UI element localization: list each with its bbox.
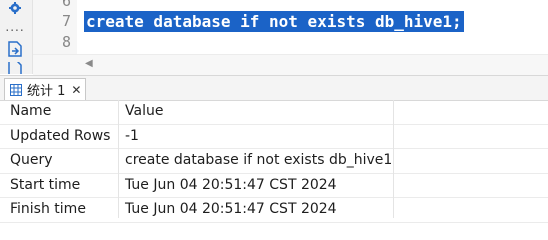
selected-code-line[interactable]: create database if not exists db_hive1; — [84, 11, 464, 32]
row-name: Start time — [10, 176, 81, 193]
horizontal-scrollbar[interactable]: ◀ — [33, 54, 548, 75]
row-value: Tue Jun 04 20:51:47 CST 2024 — [125, 176, 337, 193]
more-icon[interactable]: .... — [5, 18, 24, 36]
header-value: Value — [125, 103, 164, 119]
line-number: 7 — [61, 12, 71, 30]
grid-icon — [10, 83, 22, 96]
tab-statistics[interactable]: 统计 1 ✕ — [4, 78, 86, 100]
result-tab-bar: 统计 1 ✕ — [0, 75, 548, 101]
line-number: 8 — [61, 33, 71, 51]
row-value: -1 — [125, 127, 139, 144]
tab-label: 统计 1 — [27, 84, 66, 99]
table-row[interactable]: Start time Tue Jun 04 20:51:47 CST 2024 — [0, 174, 548, 198]
scroll-left-arrow-icon[interactable]: ◀ — [85, 58, 93, 69]
export-icon[interactable] — [6, 40, 24, 58]
row-value: Tue Jun 04 20:51:47 CST 2024 — [125, 201, 337, 217]
column-divider — [393, 100, 394, 218]
header-name: Name — [10, 103, 52, 119]
stats-table: Name Value Updated Rows -1 Query create … — [0, 100, 548, 223]
gear-icon[interactable] — [6, 0, 24, 18]
close-icon[interactable]: ✕ — [71, 83, 81, 97]
row-name: Updated Rows — [10, 127, 111, 144]
sql-editor[interactable]: .... 6 7 8 create database if not exists… — [0, 0, 548, 75]
table-header-row: Name Value — [0, 100, 548, 125]
row-name: Finish time — [10, 201, 86, 217]
table-row[interactable]: Finish time Tue Jun 04 20:51:47 CST 2024 — [0, 198, 548, 223]
column-divider[interactable] — [118, 100, 119, 218]
left-toolbar: .... — [0, 0, 33, 74]
row-value: create database if not exists db_hive1 — [125, 152, 393, 168]
line-number-gutter: 6 7 8 — [33, 0, 77, 54]
table-row[interactable]: Query create database if not exists db_h… — [0, 149, 548, 174]
line-number: 6 — [61, 0, 71, 10]
row-name: Query — [10, 152, 53, 168]
export2-icon[interactable] — [6, 62, 24, 74]
table-row[interactable]: Updated Rows -1 — [0, 125, 548, 149]
